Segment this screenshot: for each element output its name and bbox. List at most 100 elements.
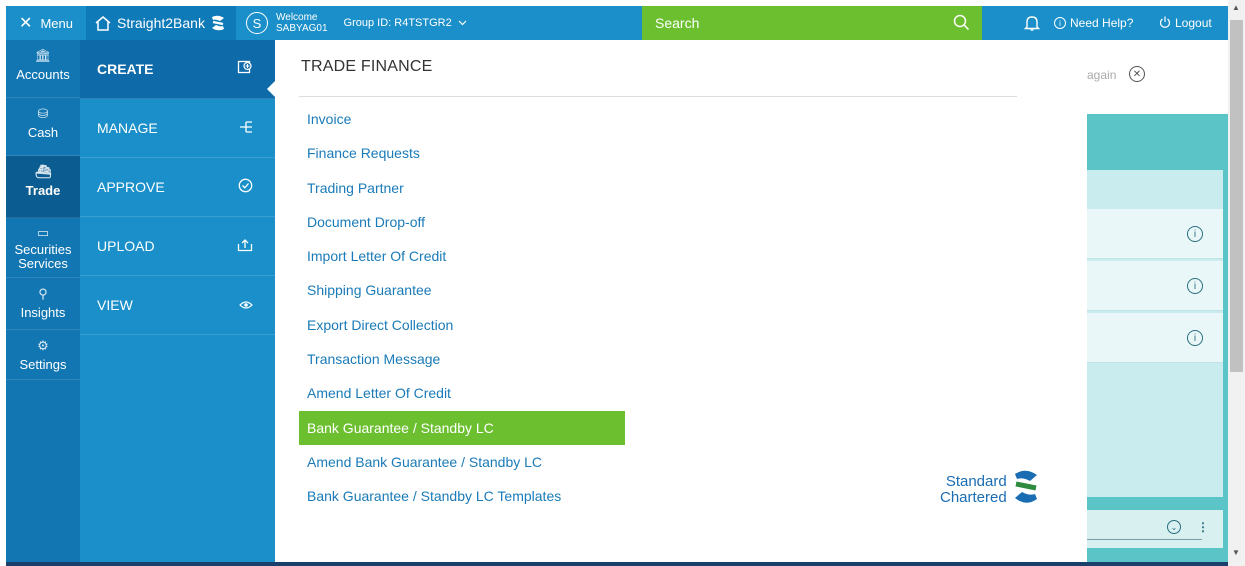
user-avatar[interactable]: S	[246, 12, 268, 34]
check-circle-icon	[238, 178, 253, 196]
subnav-item-manage[interactable]: MANAGE	[80, 99, 275, 158]
menu-item-transaction-message[interactable]: Transaction Message	[299, 342, 625, 376]
menu-item-document-drop-off[interactable]: Document Drop-off	[299, 205, 625, 239]
subnav-item-upload[interactable]: UPLOAD	[80, 217, 275, 276]
menu-list: Invoice Finance Requests Trading Partner…	[299, 102, 625, 514]
menu-item-shipping-guarantee[interactable]: Shipping Guarantee	[299, 273, 625, 307]
power-icon	[1159, 16, 1171, 31]
try-again-text: again	[1087, 68, 1117, 82]
nav-item-accounts[interactable]: 🏛 Accounts	[6, 40, 80, 98]
subnav-item-create[interactable]: CREATE	[80, 40, 275, 99]
menu-item-amend-bank-guarantee-standby-lc[interactable]: Amend Bank Guarantee / Standby LC	[299, 445, 625, 479]
menu-item-import-letter-of-credit[interactable]: Import Letter Of Credit	[299, 239, 625, 273]
subnav-label: APPROVE	[97, 179, 165, 195]
brand-name: Straight2Bank	[117, 15, 205, 31]
search-icon[interactable]	[953, 14, 970, 34]
subnav-label: MANAGE	[97, 120, 158, 136]
help-label: Need Help?	[1070, 16, 1134, 30]
gear-icon: ⚙	[37, 338, 49, 353]
active-pointer	[267, 80, 276, 98]
group-id-dropdown[interactable]: Group ID: R4TSTGR2	[344, 17, 467, 29]
subnav-label: VIEW	[97, 297, 133, 313]
create-icon	[237, 60, 253, 79]
nav-label: Settings	[19, 357, 67, 372]
bottom-border	[6, 562, 1228, 566]
bell-icon[interactable]	[1023, 14, 1041, 37]
nav-label: Cash	[27, 125, 59, 140]
scroll-up-icon[interactable]: ▲	[1232, 3, 1240, 12]
menu-item-trading-partner[interactable]: Trading Partner	[299, 171, 625, 205]
more-options-icon[interactable]: ⋮	[1197, 520, 1209, 534]
ship-icon: ⛴	[34, 164, 52, 179]
info-icon[interactable]: i	[1187, 278, 1203, 294]
logout-link[interactable]: Logout	[1159, 6, 1212, 40]
background-page: again ✕ i i i ⌄ ⋮	[1087, 40, 1228, 562]
info-icon[interactable]: i	[1187, 330, 1203, 346]
top-bar: ✕ Menu Straight2Bank S Welcome SABYAG01 …	[6, 6, 1228, 40]
upload-icon	[237, 238, 253, 255]
sc-logo-icon	[210, 14, 226, 32]
menu-label: Menu	[40, 15, 73, 31]
filter-strip: ⌄ ⋮	[1087, 510, 1223, 548]
page-scrollbar[interactable]: ▲ ▼	[1228, 0, 1245, 566]
logo-line-2: Chartered	[940, 488, 1007, 506]
panel-title: TRADE FINANCE	[301, 58, 433, 75]
welcome-label: Welcome	[276, 12, 318, 23]
need-help-link[interactable]: i Need Help?	[1054, 6, 1133, 40]
coins-icon: ⛁	[37, 106, 49, 121]
nav-item-cash[interactable]: ⛁ Cash	[6, 98, 80, 156]
brand-home-link[interactable]: Straight2Bank	[86, 6, 236, 40]
logo-line-1: Standard	[945, 472, 1007, 490]
search-input[interactable]: Search	[655, 15, 699, 31]
nav-item-settings[interactable]: ⚙ Settings	[6, 330, 80, 380]
nav-item-securities-services[interactable]: ▭ Securities Services	[6, 218, 80, 278]
chevron-down-icon	[458, 17, 467, 29]
trade-finance-menu: TRADE FINANCE Invoice Finance Requests T…	[275, 40, 1087, 562]
nav-item-trade[interactable]: ⛴ Trade	[6, 156, 80, 218]
list-row[interactable]: i	[1087, 313, 1223, 363]
info-icon: i	[1054, 17, 1066, 29]
menu-button[interactable]: ✕ Menu	[6, 6, 86, 40]
subnav-item-view[interactable]: VIEW	[80, 276, 275, 335]
chevron-down-circle-icon[interactable]: ⌄	[1167, 520, 1181, 534]
content-list: i i i	[1087, 170, 1223, 497]
close-circle-icon[interactable]: ✕	[1129, 66, 1145, 82]
welcome-text: Welcome SABYAG01	[276, 12, 328, 34]
subnav-item-approve[interactable]: APPROVE	[80, 158, 275, 217]
left-nav: 🏛 Accounts ⛁ Cash ⛴ Trade ▭ Securities S…	[6, 40, 80, 562]
menu-item-invoice[interactable]: Invoice	[299, 102, 625, 136]
nav-item-insights[interactable]: ⚲ Insights	[6, 278, 80, 330]
menu-item-amend-letter-of-credit[interactable]: Amend Letter Of Credit	[299, 376, 625, 410]
bank-icon: 🏛	[34, 48, 52, 63]
home-icon	[94, 15, 112, 31]
nav-label: Insights	[20, 305, 66, 320]
user-id: SABYAG01	[276, 23, 328, 34]
scrollbar-thumb[interactable]	[1230, 20, 1243, 372]
info-icon[interactable]: i	[1187, 226, 1203, 242]
group-id-label: Group ID: R4TSTGR2	[343, 17, 452, 29]
content-panel: i i i ⌄ ⋮	[1087, 114, 1228, 562]
scroll-down-icon[interactable]: ▼	[1232, 548, 1240, 557]
menu-item-finance-requests[interactable]: Finance Requests	[299, 136, 625, 170]
certificate-icon: ▭	[36, 225, 50, 240]
logout-label: Logout	[1175, 16, 1212, 30]
logo-text: Standard Chartered	[940, 472, 1007, 506]
list-row[interactable]: i	[1087, 209, 1223, 259]
close-icon: ✕	[19, 15, 33, 32]
bulb-icon: ⚲	[38, 286, 48, 301]
eye-icon	[239, 297, 253, 313]
sc-logo-icon	[1011, 468, 1041, 511]
subnav-label: UPLOAD	[97, 238, 155, 254]
list-row[interactable]: i	[1087, 261, 1223, 311]
nav-label: Securities Services	[14, 242, 72, 271]
menu-item-bank-guarantee-standby-lc[interactable]: Bank Guarantee / Standby LC	[299, 410, 625, 445]
standard-chartered-logo: Standard Chartered	[940, 468, 1041, 511]
divider	[299, 96, 1017, 97]
search-bar[interactable]: Search	[642, 6, 982, 40]
sub-nav: CREATE MANAGE APPROVE UPLOAD VIEW	[80, 40, 275, 562]
subnav-label: CREATE	[97, 61, 154, 77]
menu-item-bank-guarantee-standby-lc-templates[interactable]: Bank Guarantee / Standby LC Templates	[299, 479, 625, 513]
input-underline	[1087, 539, 1202, 540]
manage-icon	[239, 120, 253, 137]
menu-item-export-direct-collection[interactable]: Export Direct Collection	[299, 308, 625, 342]
